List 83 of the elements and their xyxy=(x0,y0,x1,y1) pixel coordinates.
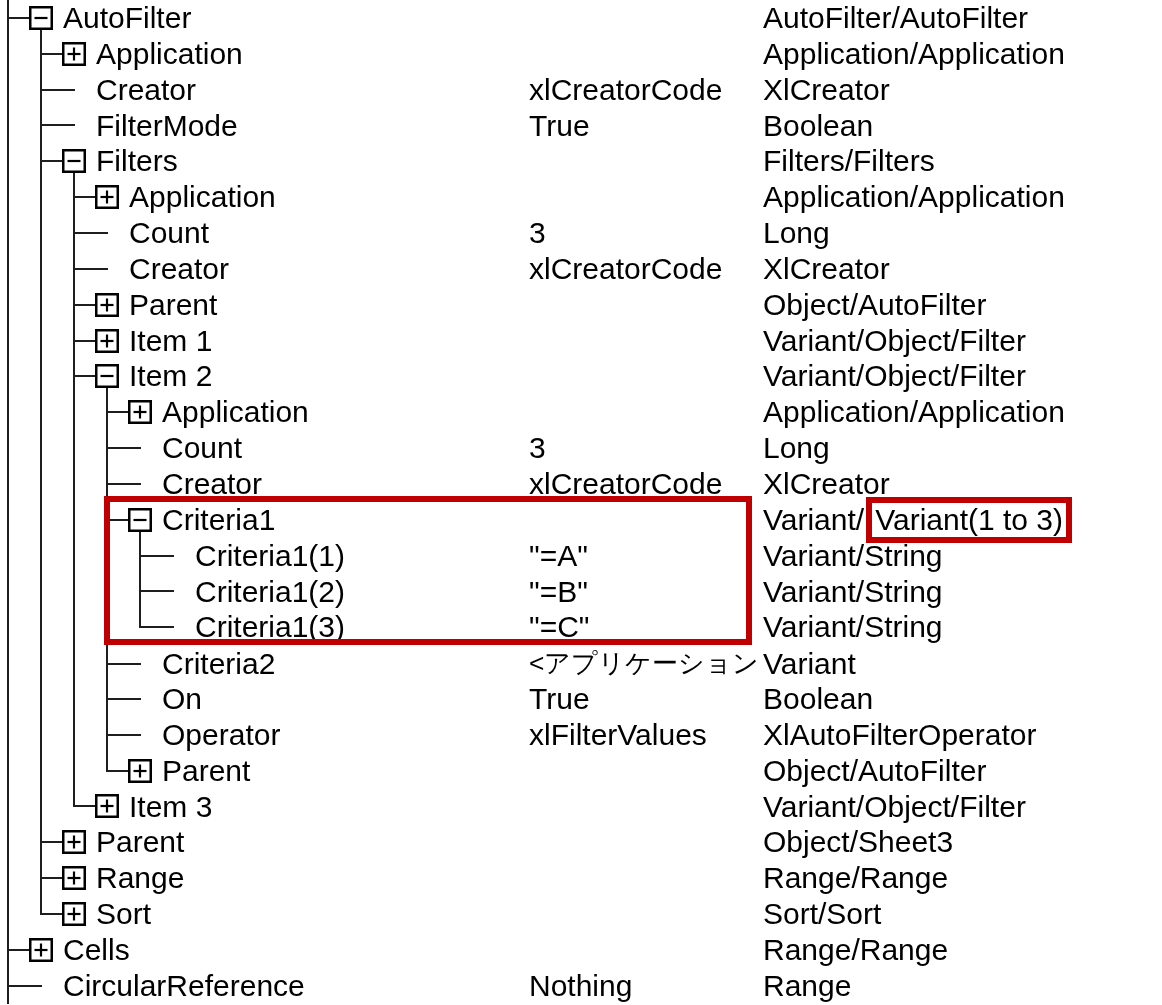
property-type: Sort/Sort xyxy=(763,896,882,932)
property-name[interactable]: On xyxy=(162,681,203,717)
property-name[interactable]: Application xyxy=(129,179,276,216)
property-type: Application/Application xyxy=(763,394,1065,431)
property-type: Variant/Object/Filter xyxy=(763,322,1026,359)
property-name[interactable]: Cells xyxy=(63,931,130,968)
property-name[interactable]: Application xyxy=(96,35,243,72)
property-value: "=C" xyxy=(529,610,590,644)
property-value: True xyxy=(529,108,590,142)
property-type: Object/AutoFilter xyxy=(763,752,987,789)
property-name[interactable]: CircularReference xyxy=(63,967,305,1004)
property-type: Range/Range xyxy=(763,931,949,968)
property-name[interactable]: Count xyxy=(162,430,243,466)
property-name[interactable]: AutoFilter xyxy=(63,0,192,36)
property-value: xlCreatorCode xyxy=(529,72,723,106)
property-type: Variant/ xyxy=(763,501,865,538)
property-value: "=B" xyxy=(529,574,588,608)
plus-box-icon[interactable] xyxy=(29,937,53,962)
property-name[interactable]: Criteria1(1) xyxy=(195,537,346,574)
property-name[interactable]: Item 2 xyxy=(129,358,213,395)
property-type: Variant/Object/Filter xyxy=(763,788,1026,825)
property-type: Range/Range xyxy=(763,860,949,897)
minus-box-icon[interactable] xyxy=(29,5,53,30)
property-name[interactable]: Criteria1(2) xyxy=(195,573,346,610)
property-value: Nothing xyxy=(529,968,633,1002)
property-name[interactable]: Operator xyxy=(162,716,281,753)
property-type: XlCreator xyxy=(763,71,890,108)
property-name[interactable]: Criteria1 xyxy=(162,501,276,538)
property-type: Variant/Object/Filter xyxy=(763,358,1026,395)
property-type: Filters/Filters xyxy=(763,143,935,180)
plus-box-icon[interactable] xyxy=(62,41,86,66)
property-type: Range xyxy=(763,967,852,1004)
highlighted-type: Variant(1 to 3) xyxy=(866,496,1073,543)
property-type: Application/Application xyxy=(763,35,1065,72)
property-name[interactable]: Parent xyxy=(162,752,251,789)
property-type: XlAutoFilterOperator xyxy=(763,716,1037,753)
plus-box-icon[interactable] xyxy=(62,830,86,855)
property-type: AutoFilter/AutoFilter xyxy=(763,0,1029,36)
property-name[interactable]: Criteria1(3) xyxy=(195,609,346,646)
plus-box-icon[interactable] xyxy=(128,758,152,783)
property-name[interactable]: Item 1 xyxy=(129,322,213,359)
property-value: "=A" xyxy=(529,538,588,572)
property-name[interactable]: Parent xyxy=(129,286,218,323)
property-name[interactable]: Parent xyxy=(96,824,185,861)
property-name[interactable]: Count xyxy=(129,215,210,251)
property-value: 3 xyxy=(529,431,546,465)
plus-box-icon[interactable] xyxy=(95,292,119,317)
property-type: Object/AutoFilter xyxy=(763,286,987,323)
property-type: Variant xyxy=(763,645,856,682)
property-name[interactable]: Creator xyxy=(96,71,197,108)
property-type: Object/Sheet3 xyxy=(763,824,954,861)
property-type: Application/Application xyxy=(763,179,1065,216)
property-type: Long xyxy=(763,430,830,466)
property-value: 3 xyxy=(529,216,546,250)
property-type: Variant/String xyxy=(763,573,943,610)
property-name[interactable]: Range xyxy=(96,860,185,897)
property-type: XlCreator xyxy=(763,250,890,287)
property-value: <アプリケーション xyxy=(529,648,760,679)
property-name[interactable]: Filters xyxy=(96,143,178,180)
plus-box-icon[interactable] xyxy=(62,902,86,926)
property-value: xlFilterValues xyxy=(529,717,707,751)
property-value: xlCreatorCode xyxy=(529,466,723,500)
plus-box-icon[interactable] xyxy=(95,185,119,210)
plus-box-icon[interactable] xyxy=(128,400,152,425)
plus-box-icon[interactable] xyxy=(62,866,86,891)
property-name[interactable]: Item 3 xyxy=(129,788,213,825)
property-name[interactable]: Creator xyxy=(129,250,230,287)
property-value: xlCreatorCode xyxy=(529,251,723,285)
property-type: Boolean xyxy=(763,107,874,144)
property-name[interactable]: Sort xyxy=(96,896,152,932)
minus-box-icon[interactable] xyxy=(95,364,119,389)
plus-box-icon[interactable] xyxy=(95,328,119,353)
property-name[interactable]: Application xyxy=(162,394,309,431)
property-type: Boolean xyxy=(763,681,874,717)
minus-box-icon[interactable] xyxy=(128,507,152,532)
property-value: True xyxy=(529,682,590,716)
property-name[interactable]: Creator xyxy=(162,465,263,502)
property-type: Long xyxy=(763,215,830,251)
plus-box-icon[interactable] xyxy=(95,794,119,819)
property-name[interactable]: Criteria2 xyxy=(162,645,276,682)
property-type: Variant/String xyxy=(763,609,943,646)
minus-box-icon[interactable] xyxy=(62,149,86,174)
property-name[interactable]: FilterMode xyxy=(96,107,238,144)
